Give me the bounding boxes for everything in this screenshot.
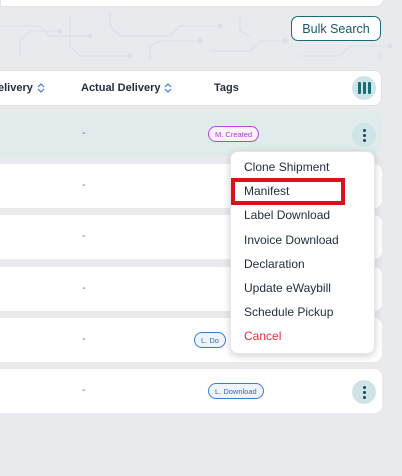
menu-item-cancel[interactable]: Cancel — [244, 329, 281, 343]
status-tag: L. Do — [194, 332, 226, 348]
menu-item-invoice-download[interactable]: Invoice Download — [244, 233, 339, 247]
menu-item-declaration[interactable]: Declaration — [244, 257, 305, 271]
column-header-label: elivery — [0, 82, 33, 94]
more-vertical-icon — [362, 385, 366, 389]
table-header: elivery Actual Delivery Tags — [0, 70, 382, 106]
status-tag: L. Download — [208, 383, 264, 399]
column-header-actual-delivery[interactable]: Actual Delivery — [81, 82, 172, 94]
table-row[interactable]: - M. Created — [0, 112, 382, 156]
actual-delivery-cell: - — [82, 179, 86, 191]
row-actions-button[interactable] — [352, 123, 376, 147]
column-header-tags: Tags — [214, 82, 239, 94]
menu-item-clone-shipment[interactable]: Clone Shipment — [244, 160, 329, 174]
column-header-label: Tags — [214, 82, 239, 94]
menu-item-update-ewaybill[interactable]: Update eWaybill — [244, 281, 331, 295]
actual-delivery-cell: - — [82, 384, 86, 396]
column-settings-button[interactable] — [352, 76, 376, 100]
actual-delivery-cell: - — [82, 127, 86, 139]
more-vertical-icon — [362, 128, 366, 132]
menu-item-manifest[interactable]: Manifest — [244, 184, 289, 198]
actual-delivery-cell: - — [82, 333, 86, 345]
menu-item-label-download[interactable]: Label Download — [244, 208, 330, 222]
columns-icon — [357, 82, 361, 94]
menu-item-schedule-pickup[interactable]: Schedule Pickup — [244, 305, 333, 319]
column-header-label: Actual Delivery — [81, 82, 161, 94]
status-tag: M. Created — [208, 126, 260, 142]
bulk-search-button[interactable]: Bulk Search — [291, 16, 381, 41]
row-actions-button[interactable] — [352, 380, 376, 404]
column-header-delivery[interactable]: elivery — [0, 82, 45, 94]
sort-icon — [165, 83, 172, 93]
row-actions-menu: Clone Shipment Manifest Label Download I… — [230, 151, 375, 354]
sort-icon — [37, 83, 45, 93]
actual-delivery-cell: - — [82, 230, 86, 242]
table-row[interactable]: - L. Download — [0, 369, 382, 413]
actual-delivery-cell: - — [82, 282, 86, 294]
